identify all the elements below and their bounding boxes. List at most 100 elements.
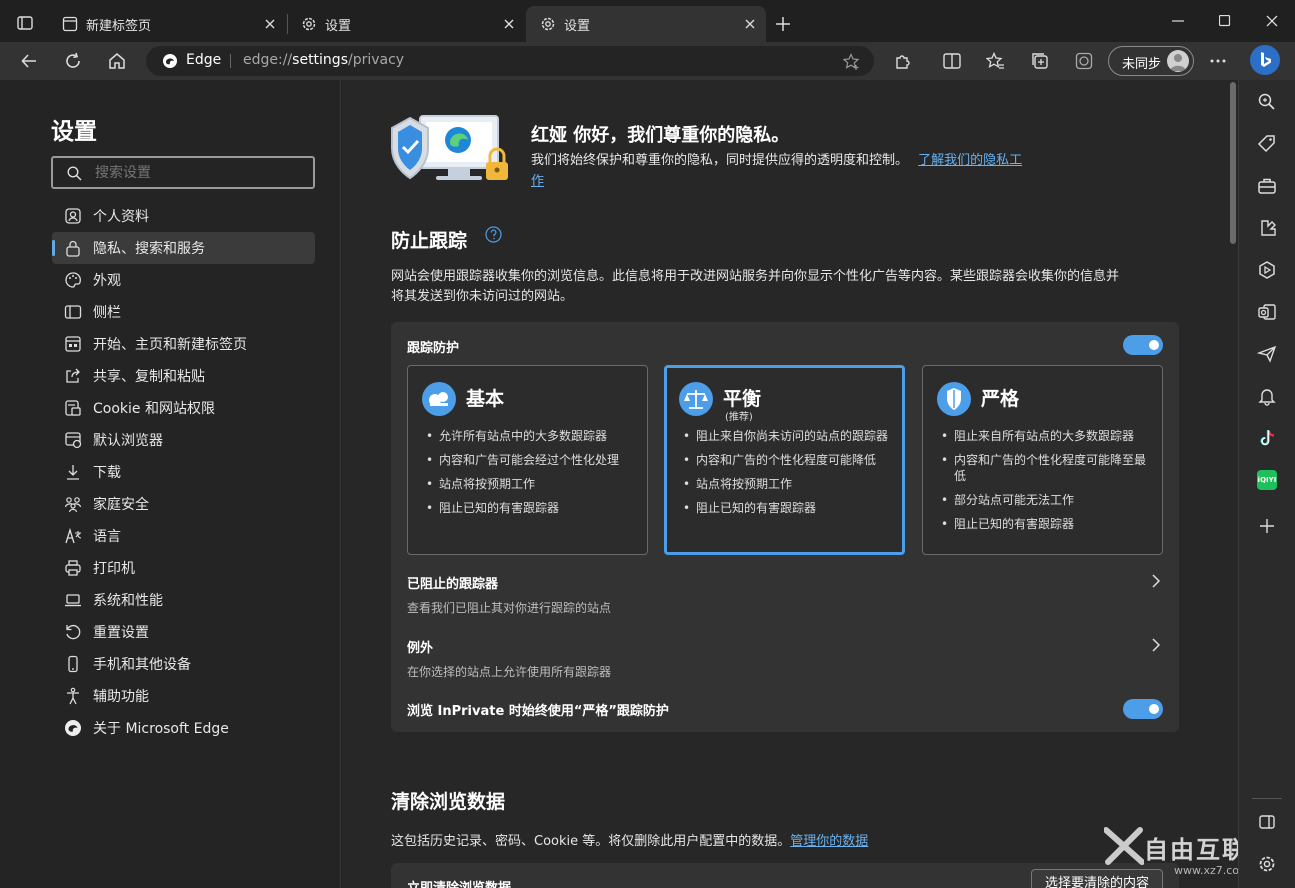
add-icon[interactable] <box>1257 516 1277 536</box>
option-strict[interactable]: 严格 阻止来自所有站点的大多数跟踪器 内容和广告的个性化程度可能降至最低 部分站… <box>922 365 1163 555</box>
nav-label: 开始、主页和新建标签页 <box>93 337 247 353</box>
clear-desc-text: 这包括历史记录、密码、Cookie 等。将仅删除此用户配置中的数据。 <box>391 834 791 849</box>
nav-label: 关于 Microsoft Edge <box>93 721 229 737</box>
nav-printers[interactable]: 打印机 <box>52 552 315 584</box>
edge-logo-icon <box>65 720 81 736</box>
basic-icon <box>422 382 456 416</box>
nav-appearance[interactable]: 外观 <box>52 264 315 296</box>
privacy-greeting-desc: 我们将始终保护和尊重你的隐私，同时提供应得的透明度和控制。 了解我们的隐私工 作 <box>531 150 1061 192</box>
close-icon[interactable] <box>501 16 517 32</box>
nav-phone[interactable]: 手机和其他设备 <box>52 648 315 680</box>
tab-label: 设置 <box>325 18 352 34</box>
profile-button[interactable]: 未同步 <box>1108 46 1194 76</box>
new-tab-button[interactable] <box>775 16 791 32</box>
inprivate-strict-toggle[interactable] <box>1123 699 1163 719</box>
chevron-right-icon <box>1152 574 1161 588</box>
nav-default-browser[interactable]: 默认浏览器 <box>52 424 315 456</box>
nav-start-home[interactable]: 开始、主页和新建标签页 <box>52 328 315 360</box>
nav-accessibility[interactable]: 辅助功能 <box>52 680 315 712</box>
nav-label: 系统和性能 <box>93 593 163 609</box>
nav-profile[interactable]: 个人资料 <box>52 200 315 232</box>
nav-about[interactable]: 关于 Microsoft Edge <box>52 712 315 744</box>
family-icon <box>64 497 82 513</box>
nav-share-copy[interactable]: 共享、复制和粘贴 <box>52 360 315 392</box>
share-icon <box>66 368 80 383</box>
watermark-logo: 自由互联 www.xz7.com <box>1104 820 1238 888</box>
address-divider <box>230 54 231 68</box>
watermark-text: 自由互联 <box>1144 836 1238 864</box>
exceptions-row[interactable]: 例外 在你选择的站点上允许使用所有跟踪器 <box>391 632 1179 682</box>
toolbox-icon[interactable] <box>1257 176 1277 196</box>
edge-sidebar: iQIYI <box>1238 80 1295 888</box>
nav-languages[interactable]: 语言 <box>52 520 315 552</box>
gear-icon[interactable] <box>1257 854 1277 874</box>
minimize-button[interactable] <box>1172 20 1184 22</box>
home-icon <box>109 53 125 69</box>
tab-label: 新建标签页 <box>86 18 152 34</box>
outlook-icon[interactable] <box>1257 302 1277 322</box>
option-bullet: 阻止已知的有害跟踪器 <box>941 516 1151 532</box>
close-icon[interactable] <box>262 16 278 32</box>
maximize-button[interactable] <box>1219 15 1231 27</box>
search-icon[interactable] <box>1257 92 1277 112</box>
favorites-button[interactable] <box>986 52 1005 70</box>
clear-now-label: 立即清除浏览数据 <box>407 877 511 888</box>
nav-label: 隐私、搜索和服务 <box>93 241 205 257</box>
refresh-button[interactable] <box>64 52 82 70</box>
plus-icon <box>776 17 790 31</box>
search-input[interactable] <box>95 162 305 184</box>
tab-settings[interactable]: 设置 <box>287 6 525 42</box>
privacy-link[interactable]: 了解我们的隐私工 <box>918 153 1022 168</box>
split-screen-button[interactable] <box>943 53 961 69</box>
nav-family-safety[interactable]: 家庭安全 <box>52 488 315 520</box>
office-icon[interactable] <box>1257 260 1277 280</box>
nav-privacy[interactable]: 隐私、搜索和服务 <box>52 232 315 264</box>
nav-system[interactable]: 系统和性能 <box>52 584 315 616</box>
extensions-button[interactable] <box>894 52 912 70</box>
scrollbar-thumb[interactable] <box>1230 82 1236 244</box>
tag-icon[interactable] <box>1257 134 1277 154</box>
nav-label: 个人资料 <box>93 209 149 225</box>
bing-icon <box>1261 52 1271 67</box>
send-icon[interactable] <box>1257 344 1277 364</box>
performance-button[interactable] <box>1075 52 1093 70</box>
more-menu-button[interactable] <box>1210 59 1226 63</box>
add-favorite-icon[interactable] <box>843 53 861 71</box>
tracking-protection-toggle[interactable] <box>1123 335 1163 355</box>
tab-actions-icon[interactable] <box>17 16 33 30</box>
notification-bell-icon[interactable] <box>1257 386 1277 406</box>
tiktok-icon[interactable] <box>1257 428 1277 448</box>
privacy-link-continued[interactable]: 作 <box>531 174 544 189</box>
manage-data-link[interactable]: 管理你的数据 <box>790 834 868 849</box>
nav-label: 共享、复制和粘贴 <box>93 369 205 385</box>
nav-downloads[interactable]: 下载 <box>52 456 315 488</box>
bing-copilot-button[interactable] <box>1250 45 1280 75</box>
tab-new-tab[interactable]: 新建标签页 <box>48 6 286 42</box>
option-bullet: 阻止已知的有害跟踪器 <box>683 500 893 516</box>
blocked-trackers-row[interactable]: 已阻止的跟踪器 查看我们已阻止其对你进行跟踪的站点 <box>391 567 1179 617</box>
back-button[interactable] <box>20 52 38 70</box>
scrollbar[interactable] <box>1228 80 1238 888</box>
nav-label: 语言 <box>93 529 121 545</box>
close-icon[interactable] <box>742 16 758 32</box>
option-bullet: 站点将按预期工作 <box>426 476 636 492</box>
nav-label: 下载 <box>93 465 121 481</box>
nav-reset[interactable]: 重置设置 <box>52 616 315 648</box>
option-bullet: 内容和广告可能会经过个性化处理 <box>426 452 636 468</box>
tab-settings-active[interactable]: 设置 <box>526 6 766 42</box>
option-basic[interactable]: 基本 允许所有站点中的大多数跟踪器 内容和广告可能会经过个性化处理 站点将按预期… <box>407 365 648 555</box>
iqiyi-icon[interactable]: iQIYI <box>1257 470 1277 490</box>
address-bar[interactable]: Edge edge://settings/privacy <box>146 46 874 76</box>
collections-button[interactable] <box>1031 52 1049 70</box>
nav-cookies[interactable]: Cookie 和网站权限 <box>52 392 315 424</box>
games-icon[interactable] <box>1257 218 1277 238</box>
blocked-trackers-desc: 查看我们已阻止其对你进行跟踪的站点 <box>407 601 612 615</box>
option-balanced[interactable]: 平衡 (推荐) 阻止来自你尚未访问的站点的跟踪器 内容和广告的个性化程度可能降低… <box>664 365 905 555</box>
hide-sidebar-icon[interactable] <box>1257 812 1277 832</box>
search-box[interactable] <box>51 156 315 189</box>
home-button[interactable] <box>108 52 126 70</box>
nav-sidebar[interactable]: 侧栏 <box>52 296 315 328</box>
help-icon[interactable] <box>485 226 502 243</box>
close-window-button[interactable] <box>1266 15 1278 27</box>
language-icon <box>65 527 82 544</box>
